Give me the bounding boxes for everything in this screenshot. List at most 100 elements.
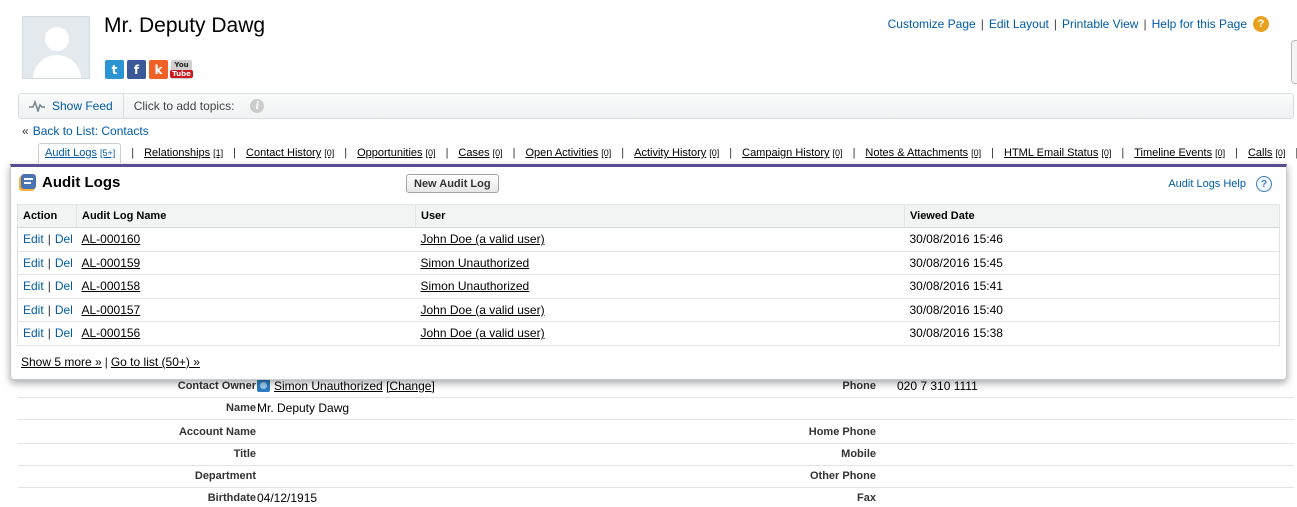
youtube-icon[interactable]: You Tube <box>170 60 193 79</box>
audit-log-icon <box>19 174 36 191</box>
audit-log-name-link[interactable]: AL-000160 <box>82 232 141 246</box>
tab-separator: | <box>852 147 856 159</box>
help-page-link[interactable]: Help for this Page <box>1152 17 1247 31</box>
feed-bar: Show Feed Click to add topics: i <box>18 93 1294 119</box>
edit-link[interactable]: Edit <box>23 279 44 293</box>
column-header-user: User <box>415 204 905 228</box>
contact-owner-link[interactable]: Simon Unauthorized <box>274 379 383 393</box>
name-cell: AL-000160 <box>76 227 416 252</box>
tab-separator: | <box>1235 147 1238 159</box>
tab-separator: | <box>991 147 995 159</box>
show-feed-button[interactable]: Show Feed <box>19 94 124 118</box>
help-question-icon[interactable]: ? <box>1256 176 1272 192</box>
phone-label: Phone <box>842 380 876 392</box>
name-cell: AL-000156 <box>76 321 416 346</box>
tab-count: [0] <box>492 148 503 158</box>
popup-header: Audit Logs New Audit Log Audit Logs Help… <box>11 167 1286 201</box>
tab-separator: | <box>729 147 733 159</box>
user-link[interactable]: John Doe (a valid user) <box>421 303 545 317</box>
edit-link[interactable]: Edit <box>23 232 44 246</box>
tab-relationships[interactable]: Relationships [1] <box>144 147 223 159</box>
tab-count: [5+] <box>99 148 116 158</box>
change-owner-link[interactable]: [Change] <box>386 379 435 393</box>
delete-link[interactable]: Del <box>55 303 73 317</box>
action-separator: | <box>47 255 51 270</box>
tab-separator: | <box>1121 147 1125 159</box>
audit-log-name-link[interactable]: AL-000156 <box>82 326 141 340</box>
action-cell: Edit | Del <box>17 321 77 346</box>
edit-link[interactable]: Edit <box>23 256 44 270</box>
tab-count: [0] <box>1275 148 1286 158</box>
action-separator: | <box>47 232 51 247</box>
tab-count: [1] <box>213 148 224 158</box>
topics-area[interactable]: Click to add topics: i <box>124 99 265 113</box>
show-more-link[interactable]: Show 5 more » <box>21 355 102 369</box>
twitter-icon[interactable]: t <box>105 60 124 79</box>
account-name-label: Account Name <box>178 426 256 438</box>
viewed-date-cell: 30/08/2016 15:40 <box>904 298 1280 322</box>
tab-opportunities[interactable]: Opportunities [0] <box>357 147 435 159</box>
edit-link[interactable]: Edit <box>23 303 44 317</box>
audit-log-name-link[interactable]: AL-000157 <box>82 303 141 317</box>
tab-label: Notes & Attachments <box>865 147 969 159</box>
tab-count: [0] <box>425 148 436 158</box>
klout-icon[interactable]: k <box>149 60 168 79</box>
delete-link[interactable]: Del <box>55 256 73 270</box>
column-header-action: Action <box>17 204 77 228</box>
detail-row: Title Mobile <box>18 444 1294 466</box>
tab-separator: | <box>344 147 348 159</box>
info-icon[interactable]: i <box>250 99 265 113</box>
edit-link[interactable]: Edit <box>23 326 44 340</box>
customize-page-link[interactable]: Customize Page <box>888 17 976 31</box>
tab-activity-history[interactable]: Activity History [0] <box>634 147 719 159</box>
new-audit-log-button[interactable]: New Audit Log <box>406 174 499 193</box>
audit-logs-help-link[interactable]: Audit Logs Help <box>1168 178 1246 190</box>
printable-view-link[interactable]: Printable View <box>1062 17 1139 31</box>
table-row: Edit | Del AL-000157 John Doe (a valid user)… <box>17 298 1280 322</box>
tab-campaign-history[interactable]: Campaign History [0] <box>742 147 842 159</box>
user-cell: Simon Unauthorized <box>415 274 905 299</box>
tab-contact-history[interactable]: Contact History [0] <box>246 147 334 159</box>
other-phone-label: Other Phone <box>809 470 876 482</box>
topics-label: Click to add topics: <box>133 99 235 113</box>
page-title: Mr. Deputy Dawg <box>104 14 266 37</box>
feed-pulse-icon <box>29 100 45 112</box>
action-cell: Edit | Del <box>17 274 77 299</box>
detail-row: Name Mr. Deputy Dawg <box>18 398 1294 420</box>
footer-separator: | <box>104 355 108 369</box>
tab-open-activities[interactable]: Open Activities [0] <box>525 147 611 159</box>
delete-link[interactable]: Del <box>55 232 73 246</box>
tab-html-email-status[interactable]: HTML Email Status [0] <box>1004 147 1111 159</box>
audit-logs-table: Action Audit Log Name User Viewed Date E… <box>17 204 1280 346</box>
delete-link[interactable]: Del <box>55 279 73 293</box>
mobile-label: Mobile <box>841 448 876 460</box>
tab-timeline-events[interactable]: Timeline Events [0] <box>1134 147 1225 159</box>
tab-audit-logs[interactable]: Audit Logs [5+] <box>38 143 122 163</box>
user-link[interactable]: John Doe (a valid user) <box>421 232 545 246</box>
contact-detail-section: Contact Owner Simon Unauthorized [Change… <box>18 376 1294 507</box>
edit-layout-link[interactable]: Edit Layout <box>989 17 1049 31</box>
tab-notes-attachments[interactable]: Notes & Attachments [0] <box>865 147 981 159</box>
delete-link[interactable]: Del <box>55 326 73 340</box>
tab-label: Activity History <box>634 147 707 159</box>
side-panel-handle[interactable] <box>1291 40 1297 84</box>
audit-log-name-link[interactable]: AL-000158 <box>82 279 141 293</box>
tab-label: Calls <box>1247 147 1273 159</box>
tab-count: [0] <box>601 148 612 158</box>
tab-label: HTML Email Status <box>1004 147 1099 159</box>
link-separator: | <box>980 17 984 31</box>
help-icon[interactable]: ? <box>1253 16 1269 32</box>
audit-log-name-link[interactable]: AL-000159 <box>82 256 141 270</box>
user-link[interactable]: Simon Unauthorized <box>421 256 530 270</box>
tab-label: Open Activities <box>525 147 599 159</box>
detail-row: Account Name Home Phone <box>18 422 1294 444</box>
user-link[interactable]: Simon Unauthorized <box>421 279 530 293</box>
back-to-list-link[interactable]: Back to List: Contacts <box>33 124 149 138</box>
fax-label: Fax <box>857 492 876 504</box>
tab-calls[interactable]: Calls [0] <box>1248 147 1285 159</box>
go-to-list-link[interactable]: Go to list (50+) » <box>111 355 200 369</box>
facebook-icon[interactable]: f <box>127 60 146 79</box>
title-label: Title <box>233 448 256 460</box>
tab-cases[interactable]: Cases [0] <box>458 147 502 159</box>
user-link[interactable]: John Doe (a valid user) <box>421 326 545 340</box>
